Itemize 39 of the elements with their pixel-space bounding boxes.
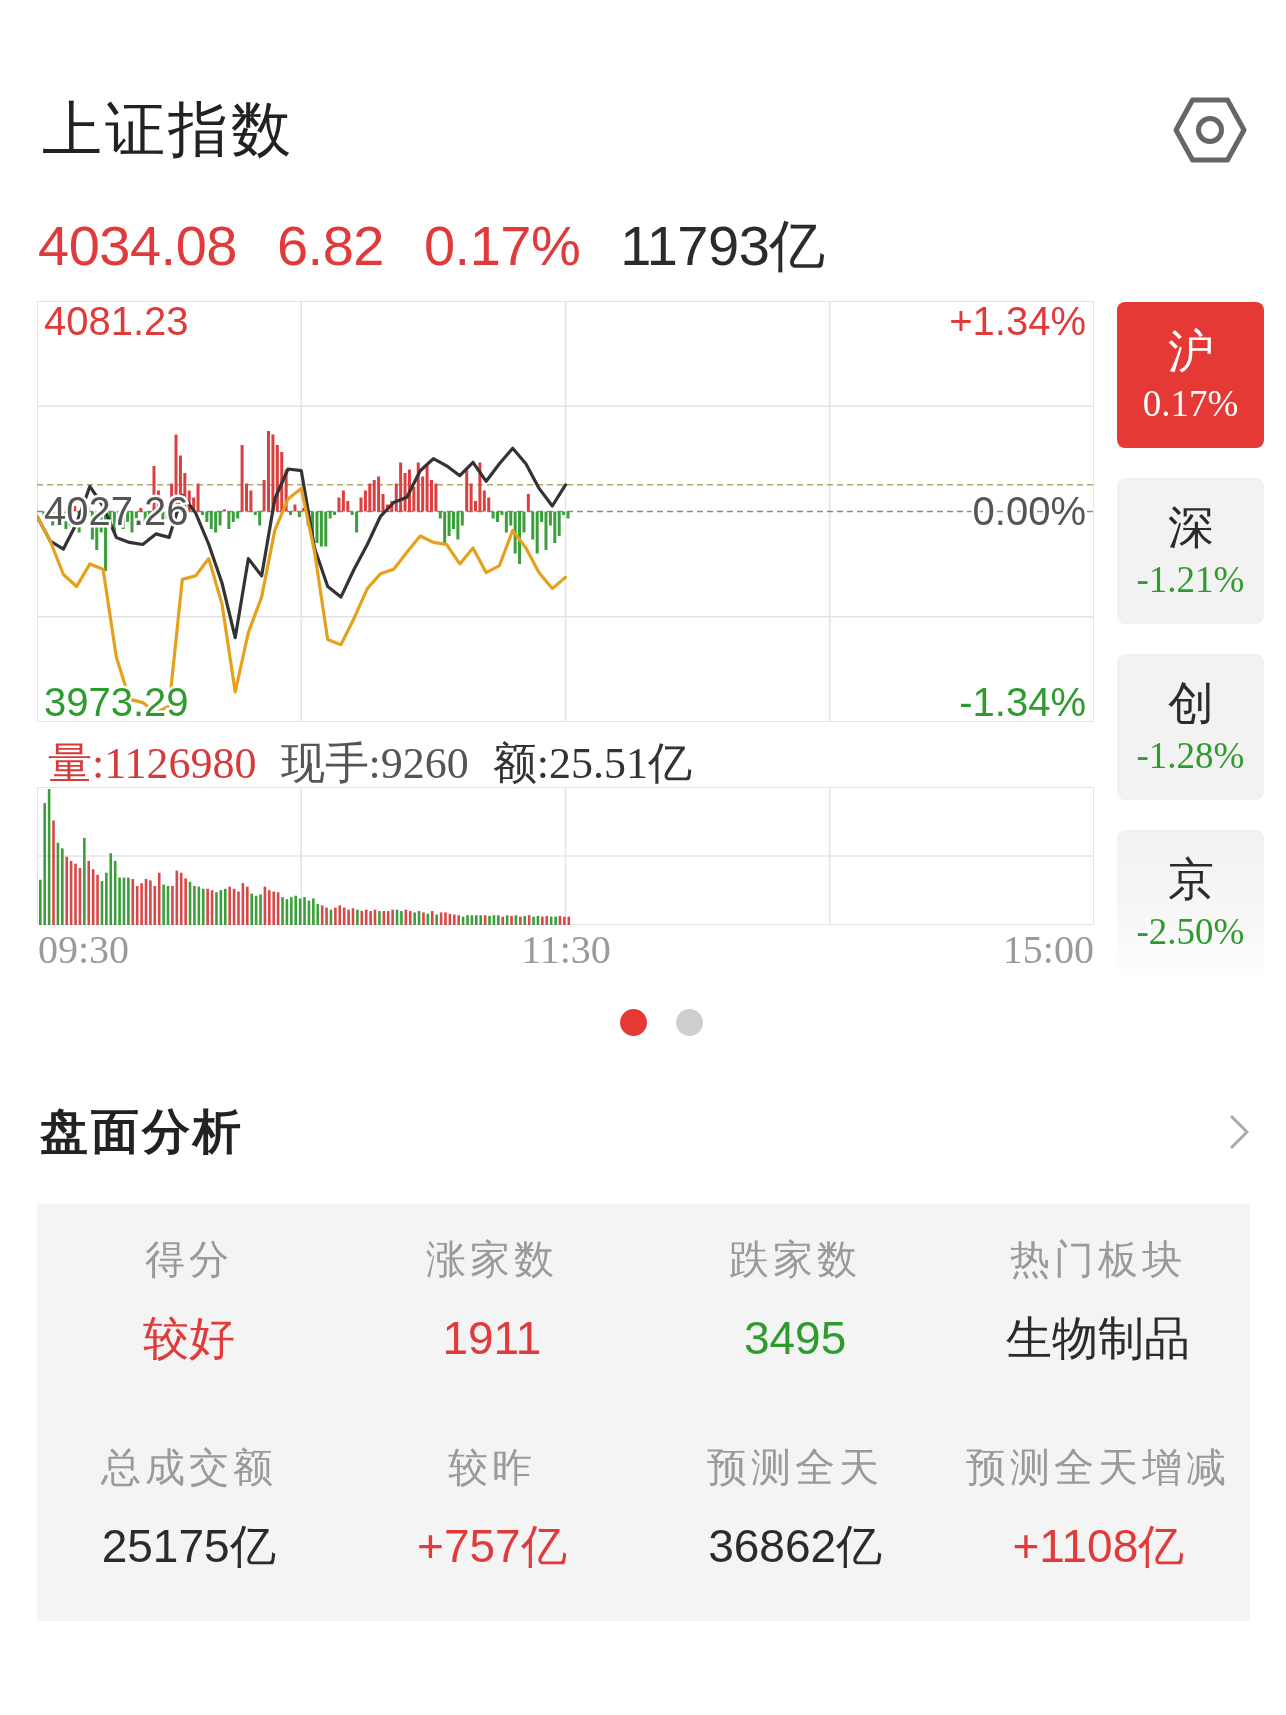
metric-value: 3495 (743, 1312, 847, 1364)
percent-axis-label: -1.34% (959, 679, 1086, 722)
metric-label: 涨家数 (425, 1236, 558, 1284)
metric-value: 1911 (442, 1312, 542, 1364)
metric-value: 25175亿 (101, 1520, 276, 1572)
percent-axis-label: +1.34% (949, 301, 1086, 343)
quote-value: 11793亿 (620, 214, 825, 278)
metric-label: 总成交额 (100, 1444, 277, 1492)
percent-axis-label: 0.00% (972, 489, 1086, 534)
quote-value: 4034.08 (38, 214, 237, 278)
market-tab[interactable]: 沪 0.17% (1117, 302, 1264, 448)
time-axis-label: 09:30 (38, 927, 130, 973)
metric-value: +757亿 (417, 1520, 567, 1572)
metric-label: 热门板块 (1010, 1236, 1187, 1284)
metric-value: 36862亿 (708, 1520, 883, 1572)
page-dot-icon[interactable] (675, 1009, 703, 1036)
quote-value: 0.17% (423, 214, 581, 278)
volume-readout: 额:25.51亿 (492, 741, 693, 787)
metric-value: 生物制品 (1006, 1312, 1191, 1364)
volume-readout: 现手:9260 (280, 741, 469, 787)
settings-icon[interactable] (1173, 96, 1247, 164)
price-axis-label: 4081.23 (44, 301, 189, 343)
metric-value: +1108亿 (1012, 1520, 1185, 1572)
chevron-right-icon[interactable] (1229, 1114, 1249, 1150)
metric-label: 预测全天增减 (966, 1444, 1231, 1492)
metric-label: 得分 (144, 1236, 233, 1284)
market-tab[interactable]: 创 -1.28% (1117, 654, 1264, 800)
metric-label: 预测全天 (707, 1444, 884, 1492)
page-dot-icon[interactable] (619, 1009, 647, 1036)
metric-label: 较昨 (447, 1444, 536, 1492)
market-tab[interactable]: 深 -1.21% (1117, 478, 1264, 624)
quote-value: 6.82 (276, 214, 384, 278)
volume-readout: 量:1126980 (48, 741, 257, 787)
section-title: 盘面分析 (40, 1104, 244, 1160)
metric-label: 跌家数 (729, 1236, 862, 1284)
page-title: 上证指数 (42, 96, 294, 165)
metric-value: 较好 (142, 1312, 235, 1364)
time-axis-label: 15:00 (1002, 927, 1094, 973)
time-axis-label: 11:30 (521, 927, 611, 973)
